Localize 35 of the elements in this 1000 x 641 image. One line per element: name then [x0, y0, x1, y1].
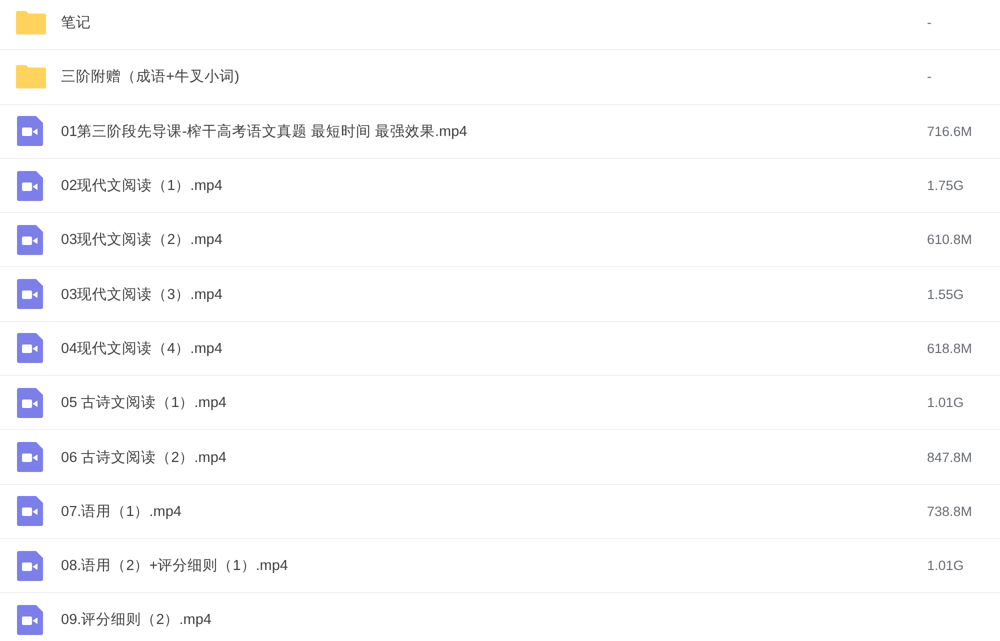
- file-size: 738.8M: [927, 504, 974, 519]
- file-name[interactable]: 07.语用（1）.mp4: [61, 502, 182, 521]
- video-file-icon: [17, 496, 43, 526]
- file-name[interactable]: 三阶附赠（成语+牛叉小词): [61, 67, 240, 86]
- file-size: 1.55G: [927, 286, 965, 302]
- video-file-icon: [17, 333, 43, 364]
- file-name[interactable]: 03现代文阅读（3）.mp4: [61, 284, 222, 304]
- file-size: 1.01G: [927, 558, 965, 574]
- file-name[interactable]: 03现代文阅读（2）.mp4: [61, 230, 222, 250]
- file-size: 1.75G: [927, 178, 965, 194]
- file-name[interactable]: 01第三阶段先导课-榨干高考语文真题 最短时间 最强效果.mp4: [61, 122, 468, 141]
- file-name[interactable]: 08.语用（2）+评分细则（1）.mp4: [61, 556, 288, 576]
- file-name[interactable]: 笔记: [61, 13, 91, 32]
- video-file-icon: [17, 224, 43, 255]
- file-name[interactable]: 04现代文阅读（4）.mp4: [61, 338, 222, 358]
- file-name[interactable]: 06 古诗文阅读（2）.mp4: [61, 448, 226, 467]
- folder-icon: [15, 64, 47, 90]
- video-file-icon: [17, 604, 43, 635]
- file-name[interactable]: 09.评分细则（2）.mp4: [61, 610, 212, 630]
- folder-icon: [15, 10, 47, 36]
- file-size: 1.01G: [927, 395, 965, 410]
- file-size: -: [927, 69, 932, 84]
- file-name[interactable]: 02现代文阅读（1）.mp4: [61, 176, 222, 196]
- file-size: 618.8M: [927, 340, 974, 356]
- video-file-icon: [17, 116, 43, 146]
- video-file-icon: [17, 170, 43, 201]
- video-file-icon: [17, 388, 43, 418]
- file-size: 716.6M: [927, 124, 974, 139]
- video-file-icon: [17, 550, 43, 581]
- file-size: 610.8M: [927, 232, 974, 248]
- video-file-icon: [17, 442, 43, 472]
- file-size: 847.8M: [927, 450, 974, 465]
- file-size: -: [927, 15, 932, 30]
- file-name[interactable]: 05 古诗文阅读（1）.mp4: [61, 393, 226, 412]
- video-file-icon: [17, 279, 43, 310]
